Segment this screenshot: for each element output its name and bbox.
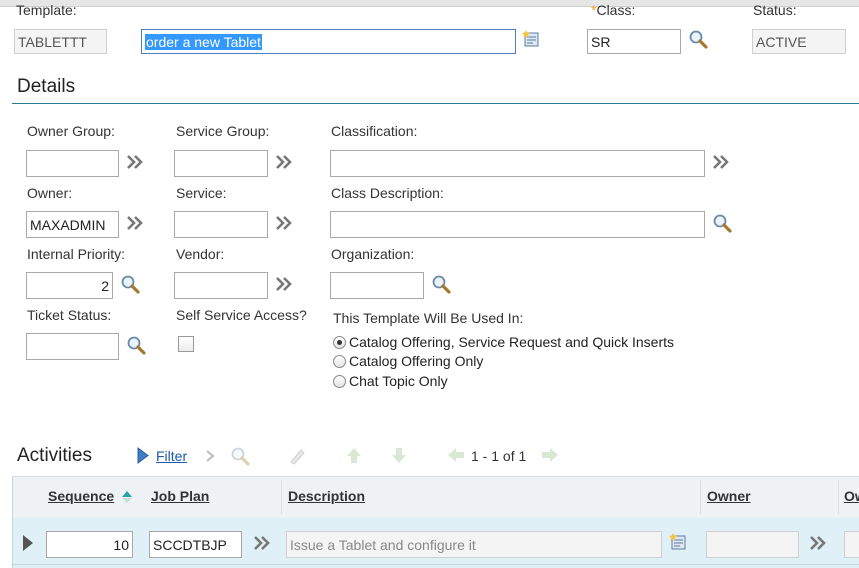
- ticket-status-lookup-icon[interactable]: [126, 335, 146, 355]
- row-description-field[interactable]: Issue a Tablet and configure it: [286, 531, 662, 558]
- template-description-field[interactable]: order a new Tablet: [141, 29, 516, 54]
- pagination-text: 1 - 1 of 1: [471, 448, 527, 464]
- organization-lookup-icon[interactable]: [431, 274, 451, 294]
- used-in-label: This Template Will Be Used In:: [333, 310, 524, 326]
- class-label: *Class:: [591, 2, 636, 18]
- activities-section-title: Activities: [17, 445, 92, 466]
- classification-field[interactable]: [330, 150, 705, 177]
- owner-field[interactable]: MAXADMIN: [26, 211, 119, 238]
- radio-selected-icon[interactable]: [333, 335, 346, 349]
- window-top-bar: [0, 0, 859, 7]
- self-service-label: Self Service Access?: [176, 307, 307, 323]
- radio-icon[interactable]: [333, 354, 346, 368]
- vendor-field[interactable]: [174, 272, 268, 299]
- used-in-option-3[interactable]: Chat Topic Only: [333, 373, 448, 389]
- organization-label: Organization:: [331, 246, 415, 262]
- class-description-label: Class Description:: [331, 185, 444, 201]
- arrow-up-icon[interactable]: [345, 446, 363, 464]
- used-in-option-3-label: Chat Topic Only: [349, 373, 448, 389]
- internal-priority-lookup-icon[interactable]: [120, 274, 140, 294]
- arrow-down-icon[interactable]: [390, 446, 408, 464]
- ticket-status-field[interactable]: [26, 333, 119, 360]
- class-description-field[interactable]: [330, 211, 705, 238]
- column-header-ow[interactable]: Ow: [844, 488, 859, 504]
- column-divider: [281, 480, 282, 514]
- service-menu-icon[interactable]: [275, 215, 293, 231]
- internal-priority-field[interactable]: 2: [26, 272, 113, 299]
- owner-group-label: Owner Group:: [27, 123, 115, 139]
- classification-label: Classification:: [331, 123, 418, 139]
- organization-field[interactable]: [330, 272, 424, 299]
- owner-menu-icon[interactable]: [809, 535, 827, 551]
- row-owner-group-field: [844, 531, 859, 558]
- search-icon[interactable]: [230, 446, 250, 466]
- classification-menu-icon[interactable]: [712, 154, 730, 170]
- filter-link[interactable]: Filter: [156, 448, 187, 464]
- radio-icon[interactable]: [333, 374, 346, 388]
- used-in-option-1[interactable]: Catalog Offering, Service Request and Qu…: [333, 334, 674, 350]
- vendor-menu-icon[interactable]: [275, 276, 293, 292]
- class-field[interactable]: SR: [587, 29, 681, 54]
- internal-priority-label: Internal Priority:: [27, 246, 126, 262]
- row-owner-field: [706, 531, 799, 558]
- column-header-description[interactable]: Description: [288, 488, 365, 504]
- clear-filter-icon[interactable]: [287, 446, 307, 466]
- previous-page-icon[interactable]: [446, 447, 466, 463]
- row-job-plan-field[interactable]: SCCDTBJP: [149, 531, 242, 558]
- long-description-icon[interactable]: [522, 29, 542, 49]
- used-in-option-2-label: Catalog Offering Only: [349, 353, 484, 369]
- service-group-menu-icon[interactable]: [275, 154, 293, 170]
- template-label: Template:: [16, 2, 77, 18]
- column-header-sequence[interactable]: Sequence: [48, 488, 114, 504]
- owner-label: Owner:: [27, 185, 73, 201]
- sort-ascending-icon[interactable]: [121, 490, 133, 504]
- column-header-job-plan[interactable]: Job Plan: [151, 488, 209, 504]
- template-field: TABLETTT: [14, 29, 107, 54]
- filter-toggle-icon[interactable]: [137, 447, 149, 464]
- used-in-option-1-label: Catalog Offering, Service Request and Qu…: [349, 334, 675, 350]
- expand-row-icon[interactable]: [22, 534, 34, 552]
- service-group-label: Service Group:: [176, 123, 270, 139]
- service-label: Service:: [176, 185, 227, 201]
- used-in-option-2[interactable]: Catalog Offering Only: [333, 353, 483, 369]
- service-group-field[interactable]: [174, 150, 268, 177]
- long-description-icon[interactable]: [669, 532, 689, 552]
- details-section-title: Details: [17, 76, 76, 97]
- vendor-label: Vendor:: [176, 246, 225, 262]
- column-divider: [838, 480, 839, 514]
- status-field: ACTIVE: [752, 29, 846, 54]
- next-page-icon[interactable]: [540, 447, 560, 463]
- column-divider: [700, 480, 701, 514]
- class-description-lookup-icon[interactable]: [712, 213, 732, 233]
- class-lookup-icon[interactable]: [688, 29, 708, 49]
- self-service-checkbox[interactable]: [178, 336, 194, 352]
- owner-group-field[interactable]: [26, 150, 119, 177]
- owner-group-menu-icon[interactable]: [126, 154, 144, 170]
- status-label: Status:: [753, 2, 797, 18]
- row-divider: [13, 564, 859, 565]
- details-divider: [12, 103, 859, 104]
- row-sequence-field[interactable]: 10: [46, 531, 133, 558]
- service-field[interactable]: [174, 211, 268, 238]
- column-header-owner[interactable]: Owner: [707, 488, 751, 504]
- chevron-right-icon[interactable]: [205, 450, 215, 462]
- owner-menu-icon[interactable]: [126, 215, 144, 231]
- job-plan-menu-icon[interactable]: [253, 535, 271, 551]
- ticket-status-label: Ticket Status:: [27, 307, 112, 323]
